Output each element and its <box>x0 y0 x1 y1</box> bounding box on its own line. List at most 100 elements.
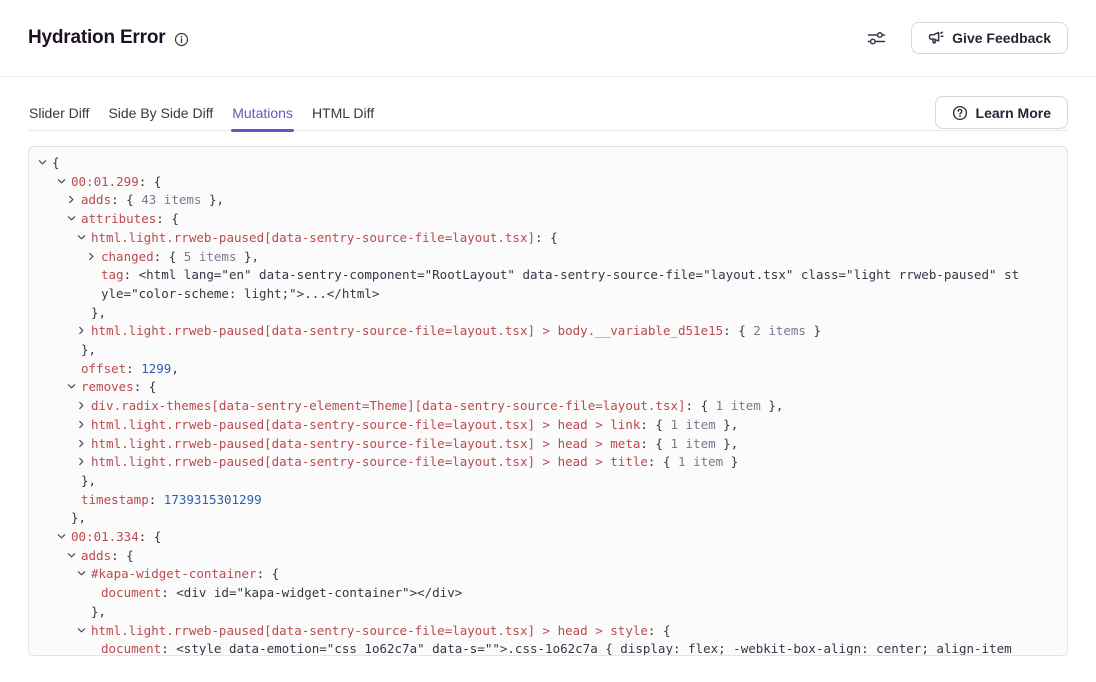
tree-row: yle="color-scheme: light;">...</html> <box>29 285 1067 304</box>
tree-row: 00:01.299: { <box>29 173 1067 192</box>
give-feedback-label: Give Feedback <box>952 30 1051 46</box>
tree-count: 5 items <box>184 249 237 264</box>
tab-side-by-side-diff[interactable]: Side By Side Diff <box>107 96 214 130</box>
caret-open-icon[interactable] <box>56 528 71 542</box>
tree-punct: : { <box>640 417 670 432</box>
tree-row: offset: 1299, <box>29 360 1067 379</box>
tree-punct: : { <box>686 398 716 413</box>
caret-open-icon[interactable] <box>66 210 81 224</box>
tree-count: 1 item <box>670 417 715 432</box>
tree-key: removes <box>81 379 134 394</box>
tree-punct: : { <box>723 323 753 338</box>
tree-row: html.light.rrweb-paused[data-sentry-sour… <box>29 622 1067 641</box>
tree-key: adds <box>81 192 111 207</box>
tree-text: <div id="kapa-widget-container"></div> <box>176 585 462 600</box>
tree-key: html.light.rrweb-paused[data-sentry-sour… <box>91 417 640 432</box>
tree-key: html.light.rrweb-paused[data-sentry-sour… <box>91 623 648 638</box>
settings-sliders-icon[interactable] <box>864 26 889 50</box>
tree-punct: }, <box>71 510 86 525</box>
tree-punct: : { <box>134 379 157 394</box>
learn-more-label: Learn More <box>976 105 1051 121</box>
caret-closed-icon[interactable] <box>76 397 91 411</box>
tree-row: { <box>29 154 1067 173</box>
modal-header: Hydration Error <box>0 0 1096 77</box>
caret-closed-icon[interactable] <box>76 453 91 467</box>
tree-punct: , <box>171 361 179 376</box>
caret-open-icon[interactable] <box>37 154 52 168</box>
tree-punct: }, <box>761 398 784 413</box>
tree-row: }, <box>29 304 1067 323</box>
tree-row: adds: { <box>29 547 1067 566</box>
tree-punct: : { <box>257 566 280 581</box>
tree-key: adds <box>81 548 111 563</box>
caret-closed-icon[interactable] <box>66 191 81 205</box>
tree-row: removes: { <box>29 378 1067 397</box>
tree-key: timestamp <box>81 492 149 507</box>
tree-punct: }, <box>716 417 739 432</box>
tree-punct: : <box>149 492 164 507</box>
tree-count: 1 item <box>678 454 723 469</box>
tree-row: tag: <html lang="en" data-sentry-compone… <box>29 266 1067 285</box>
header-actions: Give Feedback <box>864 22 1068 54</box>
caret-closed-icon[interactable] <box>76 435 91 449</box>
caret-closed-icon[interactable] <box>76 416 91 430</box>
tree-row: document: <style data-emotion="css 1o62c… <box>29 640 1067 656</box>
megaphone-icon <box>928 30 944 46</box>
tree-punct: : { <box>154 249 184 264</box>
tree-row: #kapa-widget-container: { <box>29 565 1067 584</box>
tree-punct: : <box>126 361 141 376</box>
tree-punct: : { <box>139 174 162 189</box>
tree-row: document: <div id="kapa-widget-container… <box>29 584 1067 603</box>
caret-open-icon[interactable] <box>56 173 71 187</box>
tree-punct: : <box>161 585 176 600</box>
tree-key: html.light.rrweb-paused[data-sentry-sour… <box>91 323 723 338</box>
tree-punct: : { <box>111 548 134 563</box>
tree-count: 43 items <box>141 192 201 207</box>
tree-punct: : { <box>156 211 179 226</box>
caret-closed-icon[interactable] <box>76 322 91 336</box>
tab-html-diff[interactable]: HTML Diff <box>311 96 375 130</box>
tree-punct: } <box>806 323 821 338</box>
tab-slider-diff[interactable]: Slider Diff <box>28 96 90 130</box>
caret-open-icon[interactable] <box>66 547 81 561</box>
tab-mutations[interactable]: Mutations <box>231 96 294 130</box>
mutations-tree-panel: {00:01.299: {adds: { 43 items },attribut… <box>28 146 1068 656</box>
tree-punct: : { <box>648 623 671 638</box>
info-icon[interactable] <box>174 32 189 47</box>
tree-row: }, <box>29 341 1067 360</box>
tab-bar: Slider Diff Side By Side Diff Mutations HTM… <box>28 96 1068 131</box>
tree-key: changed <box>101 249 154 264</box>
tree-key: attributes <box>81 211 156 226</box>
mutations-tree: {00:01.299: {adds: { 43 items },attribut… <box>29 154 1067 656</box>
tree-key: #kapa-widget-container <box>91 566 257 581</box>
caret-open-icon[interactable] <box>76 622 91 636</box>
tree-punct: }, <box>91 305 106 320</box>
tree-key: 00:01.299 <box>71 174 139 189</box>
tree-key: html.light.rrweb-paused[data-sentry-sour… <box>91 454 648 469</box>
tree-key: document <box>101 641 161 656</box>
caret-closed-icon[interactable] <box>86 248 101 262</box>
tree-punct: }, <box>81 342 96 357</box>
tree-count: 1 item <box>670 436 715 451</box>
tree-punct: }, <box>236 249 259 264</box>
caret-open-icon[interactable] <box>76 229 91 243</box>
tree-key: html.light.rrweb-paused[data-sentry-sour… <box>91 230 535 245</box>
give-feedback-button[interactable]: Give Feedback <box>911 22 1068 54</box>
caret-open-icon[interactable] <box>76 565 91 579</box>
tree-key: tag <box>101 267 124 282</box>
tab-list: Slider Diff Side By Side Diff Mutations HTM… <box>28 96 1068 130</box>
tree-row: html.light.rrweb-paused[data-sentry-sour… <box>29 322 1067 341</box>
tree-punct: }, <box>201 192 224 207</box>
learn-more-button[interactable]: Learn More <box>935 96 1068 129</box>
tree-num: 1739315301299 <box>164 492 262 507</box>
tree-count: 2 items <box>753 323 806 338</box>
page-title: Hydration Error <box>28 27 165 49</box>
tree-row: }, <box>29 509 1067 528</box>
tree-punct: : { <box>535 230 558 245</box>
tree-key: 00:01.334 <box>71 529 139 544</box>
tree-count: 1 item <box>716 398 761 413</box>
caret-open-icon[interactable] <box>66 378 81 392</box>
tree-punct: } <box>723 454 738 469</box>
tree-row: html.light.rrweb-paused[data-sentry-sour… <box>29 453 1067 472</box>
tree-row: }, <box>29 603 1067 622</box>
